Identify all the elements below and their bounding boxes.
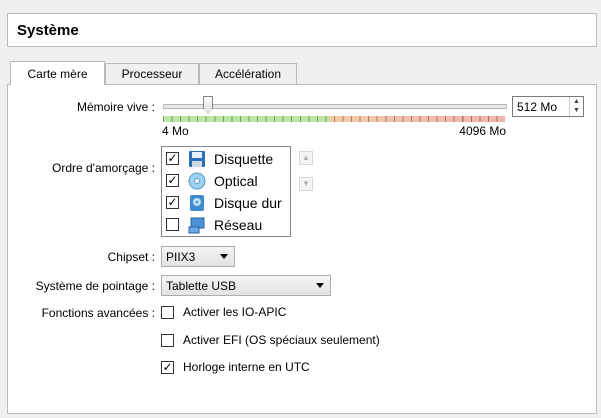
chevron-down-icon [316,283,324,288]
boot-item-label: Optical [214,173,258,189]
utc-clock-label: Horloge interne en UTC [183,360,310,374]
pointing-label: Système de pointage : [35,279,155,293]
chipset-label: Chipset : [107,250,155,264]
boot-order-label: Ordre d'amorçage : [51,161,155,175]
arrow-down-icon: ▼ [302,179,310,188]
efi-label: Activer EFI (OS spéciaux seulement) [183,333,380,347]
boot-item[interactable]: ✓ Disquette [164,149,288,170]
boot-order-list[interactable]: ✓ Disquette ✓ Optical ✓ Disque dur Résea… [161,146,291,237]
boot-item-label: Disquette [214,151,274,167]
io-apic-label: Activer les IO-APIC [183,305,287,319]
memory-value: 512 Mo [517,100,558,114]
arrow-up-icon: ▲ [302,153,310,162]
memory-min-label: 4 Mo [162,124,189,138]
chevron-down-icon [220,254,228,259]
spin-up-icon[interactable]: ▲ [570,97,583,106]
boot-item[interactable]: ✓ Disque dur [164,193,288,214]
boot-item[interactable]: Réseau [164,215,288,236]
memory-slider-track[interactable] [163,104,507,109]
memory-scale-ticks [163,116,505,122]
tab-processeur[interactable]: Processeur [105,63,199,84]
pointing-select[interactable]: Tablette USB [161,275,331,296]
tab-label: Accélération [214,67,282,81]
memory-max-label: 4096 Mo [459,124,506,138]
network-icon [188,216,206,234]
checkbox-box[interactable] [161,334,174,347]
pointing-value: Tablette USB [166,279,237,293]
tab-acceleration[interactable]: Accélération [199,63,297,84]
tab-carte-mere[interactable]: Carte mère [10,61,105,85]
checkbox-box[interactable] [161,306,174,319]
tab-label: Processeur [121,67,183,81]
boot-item-checkbox[interactable]: ✓ [166,196,179,209]
boot-item-label: Réseau [214,217,263,233]
boot-item-checkbox[interactable]: ✓ [166,152,179,165]
advanced-label: Fonctions avancées : [41,306,155,320]
spin-arrows[interactable]: ▲ ▼ [569,97,583,116]
memory-label: Mémoire vive : [76,100,155,114]
hard-disk-icon [188,194,206,212]
section-title: Système [17,22,79,39]
spin-down-icon[interactable]: ▼ [570,106,583,115]
move-down-button[interactable]: ▼ [299,177,313,191]
checkbox-box[interactable]: ✓ [161,361,174,374]
chipset-value: PIIX3 [166,250,196,264]
boot-item[interactable]: ✓ Optical [164,171,288,192]
boot-item-checkbox[interactable]: ✓ [166,174,179,187]
boot-item-checkbox[interactable] [166,218,179,231]
memory-spinbox[interactable]: 512 Mo ▲ ▼ [512,96,584,117]
boot-item-label: Disque dur [214,195,282,211]
move-up-button[interactable]: ▲ [299,151,313,165]
section-header: Système [7,13,597,47]
optical-disc-icon [188,172,206,190]
floppy-icon [188,150,206,168]
chipset-select[interactable]: PIIX3 [161,246,235,267]
tab-label: Carte mère [27,67,88,81]
